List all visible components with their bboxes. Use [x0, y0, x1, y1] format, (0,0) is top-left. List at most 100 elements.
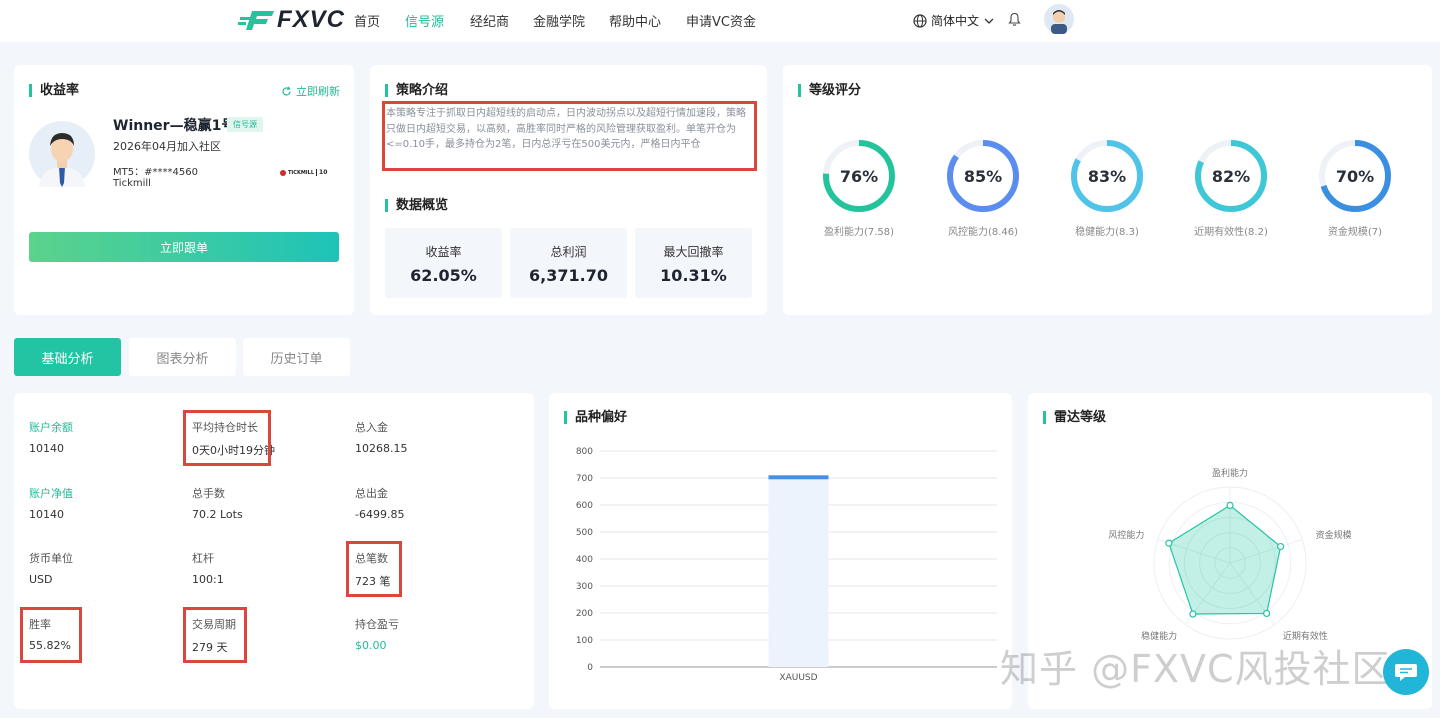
radar-title: 雷达等级 [1043, 411, 1106, 424]
y-tick-label: 100 [576, 636, 593, 646]
highlight-box [20, 607, 82, 663]
variety-bar-chart: 0 100 200 300 400 500 600 700 800 XAUUSD [576, 447, 997, 683]
bar-xauusd[interactable] [768, 475, 829, 480]
chevron-down-icon [984, 18, 994, 24]
stat-value: 10140 [29, 508, 64, 521]
ring-label: 盈利能力(7.58) [823, 227, 895, 238]
y-tick-label: 0 [587, 663, 593, 673]
user-avatar[interactable] [1044, 4, 1074, 34]
ring-value: 82% [1212, 167, 1250, 186]
stat-yield-label: 收益率 [425, 245, 462, 259]
signal-source-badge: 信号源 [227, 117, 263, 132]
rating-ring-3: 82% [1191, 136, 1271, 220]
stat-value: 10140 [29, 442, 64, 455]
globe-icon [913, 13, 927, 28]
stat-yield-value: 62.05% [410, 266, 477, 285]
stat-max-drawdown-value: 10.31% [660, 266, 727, 285]
tickmill-dot-icon [280, 169, 286, 176]
stat-label: 账户余额 [29, 421, 73, 434]
ring-label: 近期有效性(8.2) [1194, 227, 1268, 238]
radar-point[interactable] [1226, 501, 1234, 509]
broker-name: Tickmill [113, 178, 151, 189]
radar-chart: 盈利能力资金规模近期有效性稳健能力风控能力 [1108, 467, 1352, 642]
nav-apply-vc-fund[interactable]: 申请VC资金 [686, 11, 756, 30]
rating-ring-0: 76% [819, 136, 899, 220]
nav-finance-academy[interactable]: 金融学院 [533, 11, 585, 30]
ring-label: 资金规模(7) [1327, 227, 1383, 238]
radar-point[interactable] [1189, 610, 1197, 618]
ring-label: 稳健能力(8.3) [1075, 227, 1139, 238]
follow-button[interactable]: 立即跟单 [29, 232, 339, 262]
tickmill-logo-num: 10 [316, 169, 327, 176]
stat-label: 总手数 [192, 487, 225, 500]
radar-point[interactable] [1165, 539, 1173, 547]
rating-title: 等级评分 [798, 84, 861, 97]
stat-max-drawdown-label: 最大回撤率 [663, 245, 724, 259]
stat-total-profit: 总利润 6,371.70 [510, 228, 627, 298]
radar-axis-label: 资金规模 [1316, 529, 1352, 541]
y-tick-label: 400 [576, 555, 593, 565]
mt5-account: MT5：#****4560 [113, 167, 198, 178]
yield-section-title: 收益率 [29, 84, 79, 97]
logo-text: FXVC [277, 6, 346, 33]
stat-label: 总入金 [355, 421, 388, 434]
stat-value: 100:1 [192, 573, 224, 586]
nav-brokers[interactable]: 经纪商 [470, 11, 509, 30]
stat-total-profit-label: 总利润 [550, 245, 587, 259]
stat-total-profit-value: 6,371.70 [529, 266, 608, 285]
ring-value: 70% [1336, 167, 1374, 186]
nav-home[interactable]: 首页 [354, 11, 380, 30]
refresh-label: 立即刷新 [296, 85, 340, 98]
rating-ring-svg: 85% [947, 140, 1019, 212]
nav-help-center[interactable]: 帮助中心 [609, 11, 661, 30]
refresh-link[interactable]: 立即刷新 [281, 83, 340, 99]
rating-ring-1: 85% [943, 136, 1023, 220]
nav-signal-source[interactable]: 信号源 [405, 11, 444, 30]
rating-ring-svg: 83% [1071, 140, 1143, 212]
fxvc-logo[interactable]: FXVC [238, 6, 345, 34]
stat-value: 10268.15 [355, 442, 408, 455]
variety-title: 品种偏好 [564, 411, 627, 424]
trader-avatar [29, 121, 95, 187]
y-tick-label: 200 [576, 609, 593, 619]
ring-label: 风控能力(8.46) [947, 227, 1019, 238]
tab-history-orders[interactable]: 历史订单 [243, 338, 350, 376]
radar-point[interactable] [1263, 609, 1271, 618]
chat-icon [1395, 664, 1417, 681]
stat-label: 货币单位 [29, 552, 73, 565]
y-tick-label: 700 [576, 474, 593, 484]
language-selector[interactable]: 简体中文 [913, 12, 995, 29]
highlight-box [346, 541, 402, 597]
y-tick-label: 800 [576, 447, 593, 457]
stat-value: $0.00 [355, 639, 387, 652]
rating-ring-svg: 70% [1319, 140, 1391, 212]
tab-basic-analysis[interactable]: 基础分析 [14, 338, 121, 376]
bell-icon[interactable] [1008, 12, 1021, 27]
trader-name: Winner—稳赢1号 [113, 118, 236, 134]
ring-value: 76% [840, 167, 878, 186]
ring-value: 83% [1088, 167, 1126, 186]
radar-axis-label: 风控能力 [1108, 529, 1144, 541]
tickmill-logo: TICKMILL 10 [280, 169, 327, 176]
strategy-title: 策略介绍 [385, 84, 448, 97]
chat-button[interactable] [1383, 649, 1429, 695]
tab-chart-analysis[interactable]: 图表分析 [129, 338, 236, 376]
y-tick-label: 600 [576, 501, 593, 511]
highlight-box [183, 607, 247, 663]
stat-label: 杠杆 [192, 552, 214, 565]
y-tick-label: 500 [576, 528, 593, 538]
radar-axis-label: 盈利能力 [1212, 467, 1248, 479]
y-tick-label: 300 [576, 582, 593, 592]
refresh-icon [282, 85, 291, 95]
language-label: 简体中文 [931, 14, 980, 28]
rating-ring-svg: 76% [823, 140, 895, 212]
stat-label: 持仓盈亏 [355, 618, 399, 631]
stat-value: -6499.85 [355, 508, 405, 521]
rating-ring-4: 70% [1315, 136, 1395, 220]
basic-analysis-card [14, 393, 534, 709]
logo-mark-icon [238, 11, 274, 30]
stat-yield: 收益率 62.05% [385, 228, 502, 298]
radar-point[interactable] [1276, 542, 1285, 551]
profile-card [14, 65, 354, 315]
x-tick-label: XAUUSD [779, 673, 817, 683]
